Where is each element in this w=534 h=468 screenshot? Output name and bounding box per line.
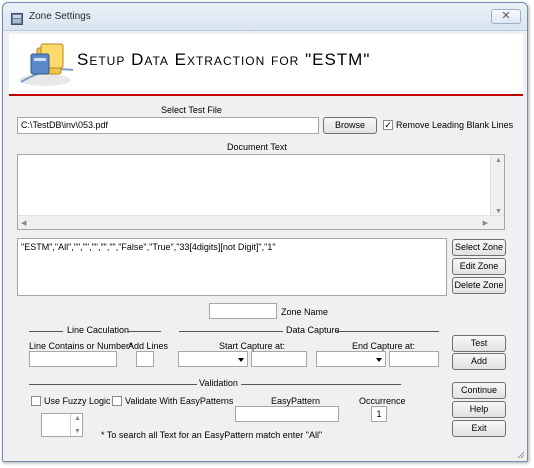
spinner-buttons[interactable]: ▲ ▼ <box>70 414 82 436</box>
data-capture-divider-left <box>179 331 283 332</box>
line-calc-divider-right <box>127 331 161 332</box>
zone-list-item[interactable]: "ESTM","All","","","","","","False","Tru… <box>21 242 276 252</box>
data-capture-section-label: Data Capture <box>286 325 340 335</box>
add-lines-label: Add Lines <box>128 341 169 351</box>
resize-grip-icon[interactable] <box>515 449 525 459</box>
spin-up-icon[interactable]: ▲ <box>74 415 81 422</box>
line-calc-divider-left <box>29 331 63 332</box>
checkmark-icon: ✓ <box>384 120 392 130</box>
line-contains-input[interactable] <box>29 351 117 367</box>
easypattern-label: EasyPattern <box>271 396 321 406</box>
zone-settings-window: Zone Settings ✕ Setup Data Extraction fo… <box>2 2 528 462</box>
easypattern-input[interactable] <box>235 406 339 422</box>
spin-down-icon[interactable]: ▼ <box>74 428 81 435</box>
select-zone-button[interactable]: Select Zone <box>452 239 506 256</box>
add-lines-input[interactable] <box>136 351 154 367</box>
remove-blank-lines-checkbox[interactable]: ✓ <box>383 120 393 130</box>
occurrence-input[interactable]: 1 <box>371 406 387 422</box>
document-vertical-scrollbar[interactable]: ▲ ▼ <box>490 155 504 217</box>
end-capture-label: End Capture at: <box>352 341 416 351</box>
validate-easypatterns-checkbox[interactable] <box>112 396 122 406</box>
document-horizontal-scrollbar[interactable]: ◀ ▶ <box>18 215 504 229</box>
zone-name-label: Zone Name <box>281 307 329 317</box>
validate-easypatterns-label: Validate With EasyPatterns <box>125 396 234 406</box>
validation-divider-left <box>29 384 197 385</box>
fuzzy-level-spinner[interactable]: ▲ ▼ <box>41 413 83 437</box>
edit-zone-button[interactable]: Edit Zone <box>452 258 506 275</box>
scroll-left-arrow-icon[interactable]: ◀ <box>21 219 26 227</box>
exit-button[interactable]: Exit <box>452 420 506 437</box>
select-test-file-label: Select Test File <box>161 105 222 115</box>
scroll-down-arrow-icon[interactable]: ▼ <box>495 208 502 215</box>
page-title: Setup Data Extraction for "ESTM" <box>77 50 371 69</box>
scroll-up-arrow-icon[interactable]: ▲ <box>495 157 502 164</box>
delete-zone-button[interactable]: Delete Zone <box>452 277 506 294</box>
data-capture-divider-right <box>337 331 439 332</box>
start-capture-dropdown[interactable] <box>178 351 248 367</box>
help-button[interactable]: Help <box>452 401 506 418</box>
end-capture-input[interactable] <box>389 351 439 367</box>
title-bar[interactable]: Zone Settings ✕ <box>3 3 527 31</box>
header-banner: Setup Data Extraction for "ESTM" <box>9 34 523 96</box>
test-file-path-input[interactable]: C:\TestDB\inv\053.pdf <box>17 117 319 134</box>
occurrence-label: Occurrence <box>359 396 406 406</box>
app-icon <box>11 13 23 25</box>
validation-section-label: Validation <box>199 378 238 388</box>
easypattern-note: * To search all Text for an EasyPattern … <box>101 430 323 440</box>
line-contains-label: Line Contains or Number* <box>29 341 133 351</box>
fuzzy-logic-label: Use Fuzzy Logic <box>44 396 111 406</box>
folder-logo-icon <box>19 43 74 86</box>
window-title: Zone Settings <box>29 11 91 22</box>
close-button[interactable]: ✕ <box>491 9 521 24</box>
validation-divider-right <box>241 384 401 385</box>
dropdown-arrow-icon <box>238 358 244 362</box>
document-text-label: Document Text <box>227 142 287 152</box>
start-capture-label: Start Capture at: <box>219 341 286 351</box>
scroll-right-arrow-icon[interactable]: ▶ <box>483 219 488 227</box>
test-button[interactable]: Test <box>452 335 506 352</box>
fuzzy-logic-checkbox[interactable] <box>31 396 41 406</box>
zone-list[interactable]: "ESTM","All","","","","","","False","Tru… <box>17 238 447 296</box>
start-capture-input[interactable] <box>251 351 307 367</box>
document-text-area[interactable]: ▲ ▼ ◀ ▶ <box>17 154 505 230</box>
line-calc-section-label: Line Caculation <box>67 325 130 335</box>
zone-name-input[interactable] <box>209 303 277 319</box>
browse-button[interactable]: Browse <box>323 117 377 134</box>
continue-button[interactable]: Continue <box>452 382 506 399</box>
remove-blank-lines-label: Remove Leading Blank Lines <box>396 120 514 130</box>
end-capture-dropdown[interactable] <box>316 351 386 367</box>
add-button[interactable]: Add <box>452 353 506 370</box>
dropdown-arrow-icon <box>376 358 382 362</box>
close-icon: ✕ <box>501 10 511 22</box>
